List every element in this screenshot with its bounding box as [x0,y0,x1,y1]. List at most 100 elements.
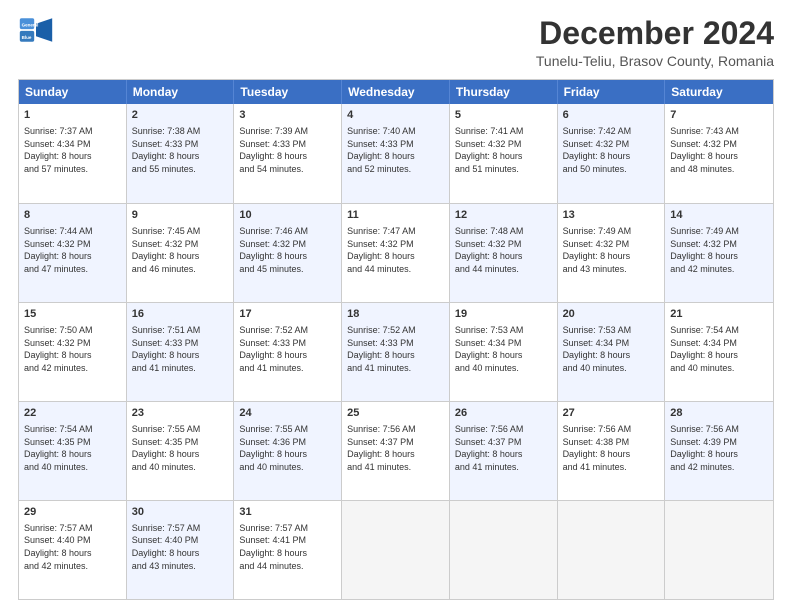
cell-content: Sunrise: 7:48 AM Sunset: 4:32 PM Dayligh… [455,225,552,275]
day-number: 5 [455,108,552,123]
day-number: 30 [132,505,229,520]
day-number: 9 [132,208,229,223]
calendar-cell: 20 Sunrise: 7:53 AM Sunset: 4:34 PM Dayli… [558,303,666,401]
day-number: 16 [132,307,229,322]
calendar-row: 8 Sunrise: 7:44 AM Sunset: 4:32 PM Daylig… [19,203,773,302]
calendar-cell: 1 Sunrise: 7:37 AM Sunset: 4:34 PM Daylig… [19,104,127,203]
cell-content: Sunrise: 7:56 AM Sunset: 4:38 PM Dayligh… [563,423,660,473]
day-number: 7 [670,108,768,123]
calendar-cell: 17Sunrise: 7:52 AM Sunset: 4:33 PM Dayli… [234,303,342,401]
cell-content: Sunrise: 7:47 AM Sunset: 4:32 PM Dayligh… [347,225,444,275]
calendar-cell: 2 Sunrise: 7:38 AM Sunset: 4:33 PM Daylig… [127,104,235,203]
subtitle: Tunelu-Teliu, Brasov County, Romania [536,53,774,69]
page: General Blue December 2024 Tunelu-Teliu,… [0,0,792,612]
cell-content: Sunrise: 7:55 AM Sunset: 4:36 PM Dayligh… [239,423,336,473]
day-number: 6 [563,108,660,123]
cell-content: Sunrise: 7:41 AM Sunset: 4:32 PM Dayligh… [455,125,552,175]
day-number: 31 [239,505,336,520]
cell-content: Sunrise: 7:53 AM Sunset: 4:34 PM Dayligh… [455,324,552,374]
day-number: 4 [347,108,444,123]
day-number: 19 [455,307,552,322]
header-day-thursday: Thursday [450,80,558,104]
cell-content: Sunrise: 7:50 AM Sunset: 4:32 PM Dayligh… [24,324,121,374]
title-area: December 2024 Tunelu-Teliu, Brasov Count… [536,16,774,69]
calendar-cell: 12 Sunrise: 7:48 AM Sunset: 4:32 PM Dayli… [450,204,558,302]
calendar-body: 1 Sunrise: 7:37 AM Sunset: 4:34 PM Daylig… [19,104,773,599]
logo: General Blue [18,16,54,49]
calendar-cell: 10 Sunrise: 7:46 AM Sunset: 4:32 PM Dayli… [234,204,342,302]
calendar-cell: 21 Sunrise: 7:54 AM Sunset: 4:34 PM Dayli… [665,303,773,401]
day-number: 24 [239,406,336,421]
calendar-cell: 7 Sunrise: 7:43 AM Sunset: 4:32 PM Daylig… [665,104,773,203]
logo-icon: General Blue [18,16,54,49]
day-number: 25 [347,406,444,421]
cell-content: Sunrise: 7:49 AM Sunset: 4:32 PM Dayligh… [563,225,660,275]
day-number: 18 [347,307,444,322]
day-number: 12 [455,208,552,223]
calendar-cell [558,501,666,599]
cell-content: Sunrise: 7:45 AM Sunset: 4:32 PM Dayligh… [132,225,229,275]
cell-content: Sunrise: 7:51 AM Sunset: 4:33 PM Dayligh… [132,324,229,374]
cell-content: Sunrise: 7:49 AM Sunset: 4:32 PM Dayligh… [670,225,768,275]
day-number: 1 [24,108,121,123]
calendar-cell [342,501,450,599]
calendar-cell: 26 Sunrise: 7:56 AM Sunset: 4:37 PM Dayli… [450,402,558,500]
day-number: 26 [455,406,552,421]
calendar-cell: 25Sunrise: 7:56 AM Sunset: 4:37 PM Dayli… [342,402,450,500]
calendar-cell: 30Sunrise: 7:57 AM Sunset: 4:40 PM Dayli… [127,501,235,599]
day-number: 29 [24,505,121,520]
calendar-row: 15 Sunrise: 7:50 AM Sunset: 4:32 PM Dayli… [19,302,773,401]
day-number: 10 [239,208,336,223]
day-number: 13 [563,208,660,223]
calendar-cell: 8 Sunrise: 7:44 AM Sunset: 4:32 PM Daylig… [19,204,127,302]
calendar-row: 22 Sunrise: 7:54 AM Sunset: 4:35 PM Dayli… [19,401,773,500]
day-number: 8 [24,208,121,223]
calendar-cell: 15 Sunrise: 7:50 AM Sunset: 4:32 PM Dayli… [19,303,127,401]
calendar-cell: 16 Sunrise: 7:51 AM Sunset: 4:33 PM Dayli… [127,303,235,401]
calendar-cell: 9 Sunrise: 7:45 AM Sunset: 4:32 PM Daylig… [127,204,235,302]
cell-content: Sunrise: 7:53 AM Sunset: 4:34 PM Dayligh… [563,324,660,374]
cell-content: Sunrise: 7:39 AM Sunset: 4:33 PM Dayligh… [239,125,336,175]
calendar-cell: 13 Sunrise: 7:49 AM Sunset: 4:32 PM Dayli… [558,204,666,302]
calendar-cell: 11 Sunrise: 7:47 AM Sunset: 4:32 PM Dayli… [342,204,450,302]
cell-content: Sunrise: 7:57 AM Sunset: 4:40 PM Dayligh… [24,522,121,572]
cell-content: Sunrise: 7:37 AM Sunset: 4:34 PM Dayligh… [24,125,121,175]
cell-content: Sunrise: 7:44 AM Sunset: 4:32 PM Dayligh… [24,225,121,275]
header-day-tuesday: Tuesday [234,80,342,104]
day-number: 14 [670,208,768,223]
day-number: 20 [563,307,660,322]
cell-content: Sunrise: 7:38 AM Sunset: 4:33 PM Dayligh… [132,125,229,175]
cell-content: Sunrise: 7:42 AM Sunset: 4:32 PM Dayligh… [563,125,660,175]
cell-content: Sunrise: 7:54 AM Sunset: 4:35 PM Dayligh… [24,423,121,473]
calendar-cell: 6 Sunrise: 7:42 AM Sunset: 4:32 PM Daylig… [558,104,666,203]
header-day-wednesday: Wednesday [342,80,450,104]
header-day-friday: Friday [558,80,666,104]
svg-text:General: General [22,22,39,27]
day-number: 21 [670,307,768,322]
day-number: 27 [563,406,660,421]
main-title: December 2024 [536,16,774,51]
cell-content: Sunrise: 7:54 AM Sunset: 4:34 PM Dayligh… [670,324,768,374]
cell-content: Sunrise: 7:52 AM Sunset: 4:33 PM Dayligh… [239,324,336,374]
calendar-cell: 28Sunrise: 7:56 AM Sunset: 4:39 PM Dayli… [665,402,773,500]
calendar-cell [665,501,773,599]
day-number: 15 [24,307,121,322]
calendar-row: 29 Sunrise: 7:57 AM Sunset: 4:40 PM Dayli… [19,500,773,599]
header-day-monday: Monday [127,80,235,104]
calendar-cell: 31Sunrise: 7:57 AM Sunset: 4:41 PM Dayli… [234,501,342,599]
calendar-cell: 19 Sunrise: 7:53 AM Sunset: 4:34 PM Dayli… [450,303,558,401]
day-number: 28 [670,406,768,421]
day-number: 3 [239,108,336,123]
calendar-cell: 29 Sunrise: 7:57 AM Sunset: 4:40 PM Dayli… [19,501,127,599]
header: General Blue December 2024 Tunelu-Teliu,… [18,16,774,69]
day-number: 2 [132,108,229,123]
cell-content: Sunrise: 7:43 AM Sunset: 4:32 PM Dayligh… [670,125,768,175]
day-number: 22 [24,406,121,421]
calendar-cell: 5 Sunrise: 7:41 AM Sunset: 4:32 PM Daylig… [450,104,558,203]
header-day-sunday: Sunday [19,80,127,104]
cell-content: Sunrise: 7:46 AM Sunset: 4:32 PM Dayligh… [239,225,336,275]
day-number: 11 [347,208,444,223]
cell-content: Sunrise: 7:56 AM Sunset: 4:37 PM Dayligh… [455,423,552,473]
calendar-cell: 24 Sunrise: 7:55 AM Sunset: 4:36 PM Dayli… [234,402,342,500]
cell-content: Sunrise: 7:52 AM Sunset: 4:33 PM Dayligh… [347,324,444,374]
